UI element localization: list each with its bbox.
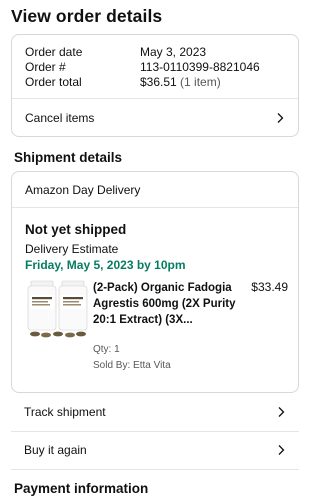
track-shipment-label: Track shipment [24, 405, 106, 419]
order-total-item-count: (1 item) [180, 75, 221, 89]
order-date-label: Order date [25, 45, 83, 59]
delivery-estimate-date: Friday, May 5, 2023 by 10pm [25, 258, 186, 272]
product-price: $33.49 [251, 280, 288, 294]
order-total-value: $36.51 (1 item) [140, 75, 221, 89]
order-summary-card: Order date May 3, 2023 Order # 113-01103… [11, 34, 299, 137]
payment-information-heading: Payment information [14, 481, 149, 496]
divider [12, 207, 298, 208]
shipment-status: Not yet shipped [25, 222, 127, 237]
delivery-type: Amazon Day Delivery [25, 183, 141, 197]
product-seller: Sold By: Etta Vita [93, 360, 171, 371]
shipment-card: Amazon Day Delivery Not yet shipped Deli… [11, 171, 299, 393]
cancel-items-link[interactable]: Cancel items [12, 99, 298, 137]
product-image[interactable] [25, 279, 91, 339]
page-title: View order details [11, 6, 163, 26]
product-quantity: Qty: 1 [93, 344, 120, 355]
product-title-link[interactable]: (2-Pack) Organic Fadogia Agrestis 600mg … [93, 280, 243, 328]
track-shipment-link[interactable]: Track shipment [11, 394, 299, 430]
order-total-amount: $36.51 [140, 75, 177, 89]
shipment-details-heading: Shipment details [14, 150, 123, 165]
order-date-value: May 3, 2023 [140, 45, 207, 59]
order-number-label: Order # [25, 60, 66, 74]
divider [11, 469, 299, 470]
buy-it-again-label: Buy it again [24, 443, 87, 457]
chevron-right-icon [274, 112, 286, 124]
delivery-estimate-label: Delivery Estimate [25, 242, 119, 256]
chevron-right-icon [275, 444, 287, 456]
order-total-label: Order total [25, 75, 82, 89]
buy-it-again-link[interactable]: Buy it again [11, 432, 299, 468]
cancel-items-label: Cancel items [25, 111, 95, 125]
order-number-value: 113-0110399-8821046 [140, 60, 260, 74]
chevron-right-icon [275, 406, 287, 418]
